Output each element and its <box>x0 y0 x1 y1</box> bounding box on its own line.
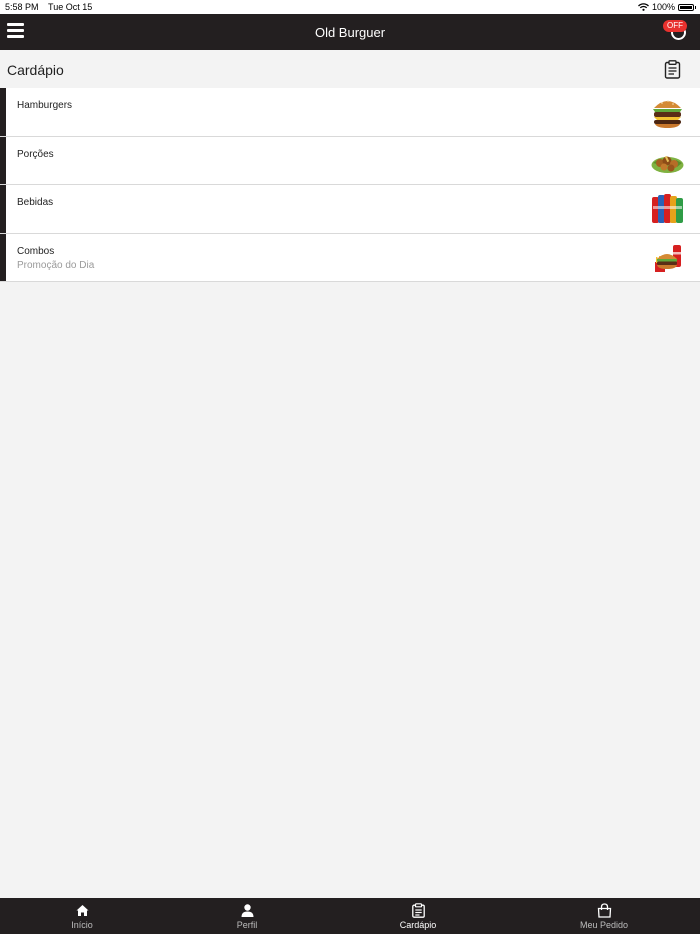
tab-meu-pedido[interactable]: Meu Pedido <box>568 898 640 934</box>
category-list: Hamburgers Porções Bebidas Combos Promoç… <box>0 88 700 282</box>
bottom-tab-bar: Início Perfil Cardápio Meu Pedido <box>0 898 700 934</box>
tab-inicio[interactable]: Início <box>52 898 112 934</box>
category-row-porcoes[interactable]: Porções <box>0 136 700 185</box>
wifi-icon <box>638 3 649 11</box>
category-name: Hamburgers <box>17 100 73 111</box>
battery-icon <box>678 3 696 11</box>
tab-perfil[interactable]: Perfil <box>217 898 277 934</box>
status-bar: 5:58 PM Tue Oct 15 100% <box>0 0 700 14</box>
category-accent-bar <box>0 88 6 136</box>
hamburger-image <box>653 100 682 128</box>
app-title: Old Burguer <box>314 25 386 40</box>
category-name: Bebidas <box>17 197 54 208</box>
page-title: Cardápio <box>7 62 64 78</box>
tab-label: Perfil <box>236 920 258 930</box>
status-time: 5:58 PM <box>5 2 39 12</box>
category-subtitle: Promoção do Dia <box>17 259 95 271</box>
status-date: Tue Oct 15 <box>48 2 93 12</box>
clipboard-icon <box>411 903 425 918</box>
home-icon <box>76 905 88 916</box>
tab-label: Meu Pedido <box>579 920 629 930</box>
category-accent-bar <box>0 233 6 281</box>
clipboard-icon[interactable] <box>664 60 681 79</box>
off-badge: OFF <box>663 20 687 32</box>
tab-cardapio[interactable]: Cardápio <box>388 898 448 934</box>
combo-image <box>655 244 681 272</box>
category-accent-bar <box>0 185 6 233</box>
battery-percent: 100% <box>651 2 675 12</box>
portions-image <box>651 155 684 173</box>
tab-label: Início <box>71 920 93 930</box>
tab-label: Cardápio <box>399 920 437 930</box>
category-name: Combos <box>17 245 55 257</box>
person-icon <box>241 904 253 917</box>
category-row-hamburgers[interactable]: Hamburgers <box>0 88 700 137</box>
category-row-bebidas[interactable]: Bebidas <box>0 185 700 234</box>
top-navbar: Old Burguer OFF <box>0 14 700 50</box>
category-row-combos[interactable]: Combos Promoção do Dia <box>0 233 700 282</box>
category-accent-bar <box>0 136 6 184</box>
category-name: Porções <box>17 148 54 160</box>
drinks-image <box>652 194 683 223</box>
store-status-button[interactable]: OFF <box>663 19 692 46</box>
page-header: Cardápio <box>0 50 700 88</box>
shopping-bag-icon <box>597 903 611 918</box>
